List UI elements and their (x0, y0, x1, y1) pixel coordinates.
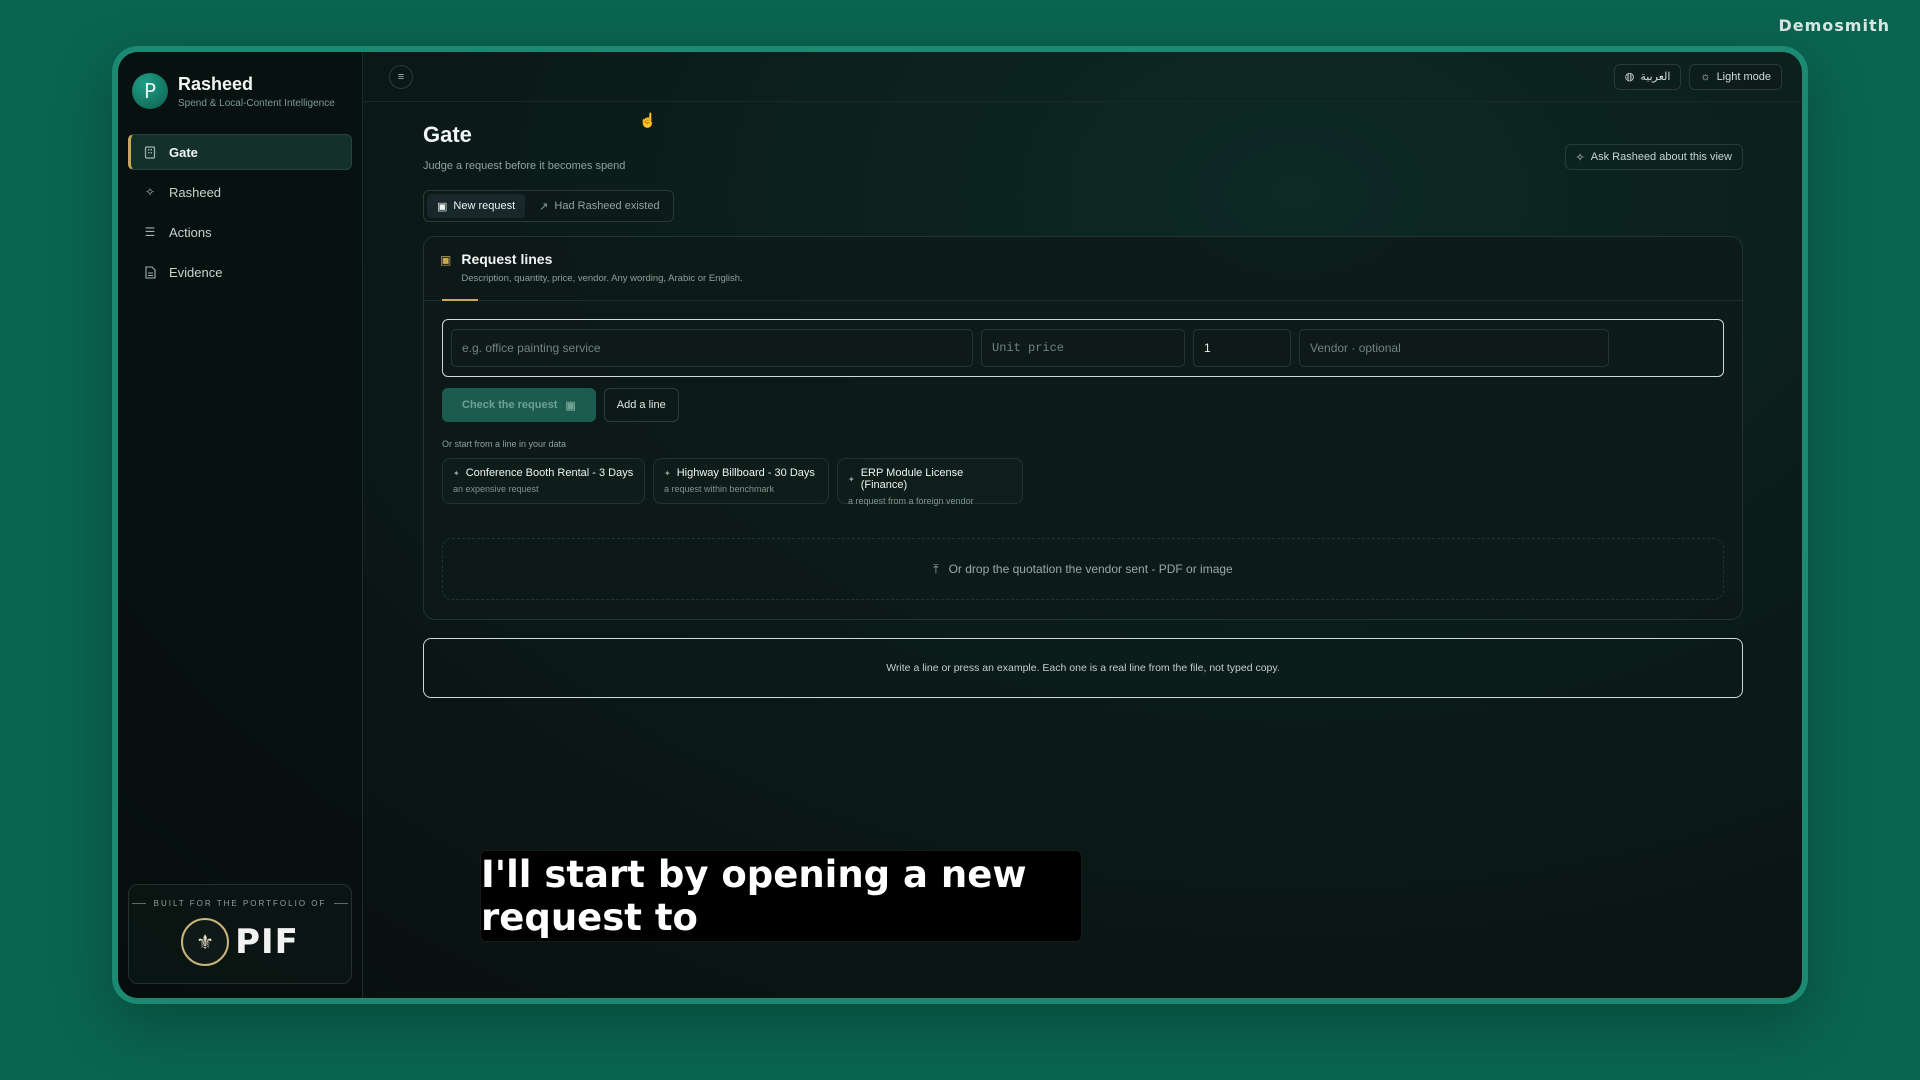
pif-logo: ⚜ PIF (181, 918, 299, 966)
card-header: ▣ Request lines Description, quantity, p… (424, 237, 1742, 284)
sidebar-item-label: Rasheed (169, 184, 222, 200)
sun-icon: ☼ (1700, 70, 1711, 83)
portfolio-caption: BUILT FOR THE PORTFOLIO OF (132, 899, 349, 908)
theme-toggle-button[interactable]: ☼ Light mode (1689, 63, 1782, 90)
example-chip[interactable]: ✦ Conference Booth Rental - 3 Days an exp… (442, 458, 645, 504)
example-title: ERP Module License (Finance) (860, 467, 964, 491)
example-subtitle: a request within benchmark (664, 484, 775, 494)
description-input[interactable] (451, 329, 973, 367)
building-icon (143, 145, 157, 159)
sparkle-icon: ✧ (144, 185, 156, 199)
example-subtitle: a request from a foreign vendor (848, 496, 974, 506)
building-icon: ▣ (565, 399, 576, 412)
hint-box: Write a line or press an example. Each o… (423, 638, 1743, 698)
sidebar-item-actions[interactable]: ☰ Actions (128, 214, 352, 250)
pif-wordmark: PIF (235, 922, 299, 962)
request-tabs: ▣ New request ↗ Had Rasheed existed (423, 190, 674, 222)
card-title: Request lines (461, 251, 553, 267)
add-line-button[interactable]: Add a line (603, 388, 679, 422)
upload-icon: ⤒ (933, 561, 939, 576)
sidebar: P Rasheed Spend & Local-Content Intellig… (118, 52, 363, 998)
add-line-label: Add a line (616, 399, 666, 411)
accent-underline (442, 299, 478, 301)
sidebar-item-label: Actions (169, 224, 212, 240)
tab-new-request[interactable]: ▣ New request (427, 194, 526, 218)
topbar: ≡ ◍ العربية ☼ Light mode (363, 52, 1802, 102)
tab-had-rasheed-existed[interactable]: ↗ Had Rasheed existed (529, 194, 669, 218)
example-title: Highway Billboard - 30 Days (676, 467, 815, 479)
page-subtitle: Judge a request before it becomes spend (423, 160, 626, 172)
check-request-label: Check the request (462, 399, 558, 411)
language-label: العربية (1640, 71, 1671, 83)
card-subtitle: Description, quantity, price, vendor. An… (461, 273, 743, 284)
hamburger-icon: ≡ (397, 70, 405, 83)
pif-emblem-icon: ⚜ (181, 918, 230, 966)
ask-rasheed-button[interactable]: ✧ Ask Rasheed about this view (1564, 144, 1743, 170)
quotation-dropzone[interactable]: ⤒ Or drop the quotation the vendor sent … (442, 538, 1724, 600)
sidebar-item-label: Gate (169, 144, 198, 160)
sparkle-icon: ✦ (453, 468, 460, 478)
building-icon: ▣ (437, 200, 448, 213)
mouse-cursor-icon: ☝ (639, 112, 657, 128)
tab-label: New request (453, 200, 516, 212)
brand-name: Rasheed (178, 73, 254, 94)
check-request-button[interactable]: Check the request ▣ (442, 388, 596, 422)
theme-label: Light mode (1716, 70, 1771, 83)
brand-subtitle: Spend & Local-Content Intelligence (178, 97, 335, 109)
topbar-actions: ◍ العربية ☼ Light mode (1613, 63, 1782, 90)
quantity-input[interactable] (1193, 329, 1291, 367)
brand[interactable]: P Rasheed Spend & Local-Content Intellig… (128, 70, 352, 112)
sidebar-item-rasheed[interactable]: ✧ Rasheed (128, 174, 352, 210)
example-subtitle: an expensive request (453, 484, 539, 494)
globe-icon: ◍ (1624, 71, 1635, 83)
sidebar-nav: Gate ✧ Rasheed ☰ Actions Evidence (128, 134, 352, 290)
sparkle-icon: ✧ (1575, 151, 1585, 164)
trend-up-icon: ↗ (539, 200, 549, 213)
request-line-row (442, 319, 1724, 377)
brand-logo: P (132, 73, 168, 109)
language-button[interactable]: ◍ العربية (1613, 63, 1682, 90)
dropzone-label: Or drop the quotation the vendor sent - … (948, 562, 1233, 576)
ask-rasheed-label: Ask Rasheed about this view (1590, 151, 1732, 163)
menu-toggle-button[interactable]: ≡ (389, 64, 413, 89)
example-chip[interactable]: ✦ Highway Billboard - 30 Days a request w… (653, 458, 829, 504)
divider (424, 300, 1742, 301)
unit-price-input[interactable] (981, 329, 1185, 367)
watermark: Demosmith (1778, 16, 1890, 35)
examples-label: Or start from a line in your data (442, 439, 567, 449)
building-icon: ▣ (440, 253, 452, 267)
vendor-input[interactable] (1299, 329, 1609, 367)
page-content: Gate Judge a request before it becomes s… (423, 122, 1743, 698)
tab-label: Had Rasheed existed (554, 200, 660, 212)
sparkle-icon: ✦ (664, 468, 671, 478)
example-chip[interactable]: ✦ ERP Module License (Finance) a request … (837, 458, 1023, 506)
example-title: Conference Booth Rental - 3 Days (465, 467, 634, 479)
hint-text: Write a line or press an example. Each o… (886, 662, 1280, 674)
document-icon (143, 265, 157, 279)
page-title: Gate (423, 122, 472, 147)
portfolio-card: BUILT FOR THE PORTFOLIO OF ⚜ PIF (128, 884, 352, 984)
sidebar-item-gate[interactable]: Gate (128, 134, 352, 170)
video-caption: I'll start by opening a new request to (480, 850, 1082, 942)
card-actions: Check the request ▣ Add a line (442, 388, 679, 422)
sidebar-item-label: Evidence (169, 264, 223, 280)
request-lines-card: ▣ Request lines Description, quantity, p… (423, 236, 1743, 620)
sidebar-item-evidence[interactable]: Evidence (128, 254, 352, 290)
example-chips: ✦ Conference Booth Rental - 3 Days an exp… (442, 458, 1023, 506)
sparkle-icon: ✦ (848, 474, 855, 484)
list-filter-icon: ☰ (144, 225, 156, 239)
